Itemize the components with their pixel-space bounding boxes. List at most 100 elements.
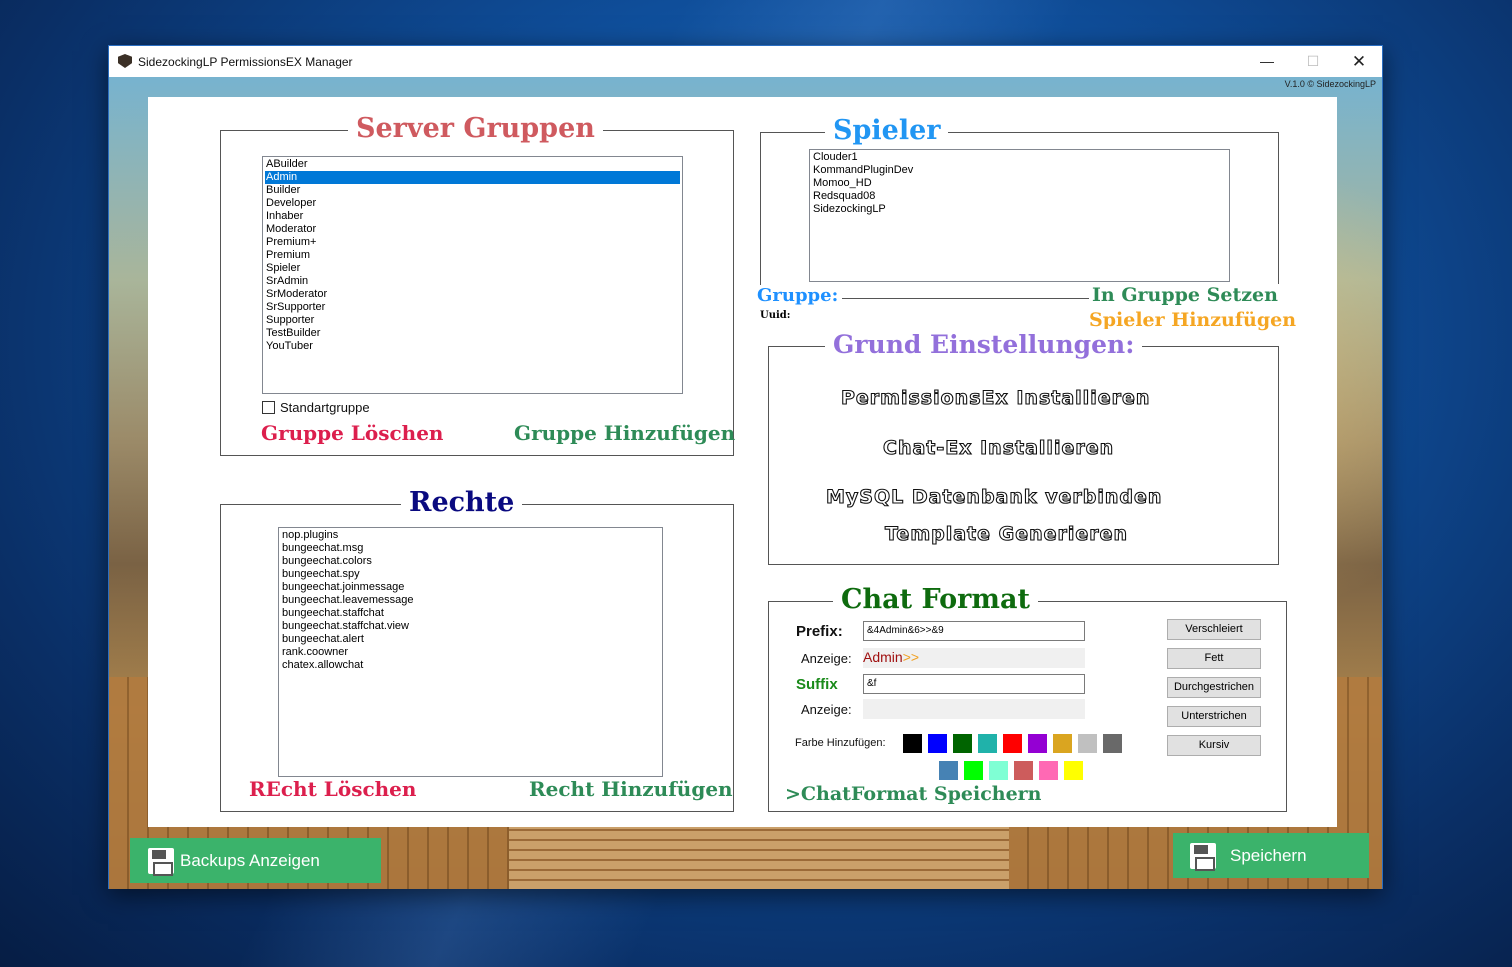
rights-box: Rechte nop.plugins bungeechat.msg bungeech…: [220, 487, 734, 812]
basic-settings-box: Grund Einstellungen: PermissionsEx Insta…: [768, 329, 1279, 565]
delete-group-button[interactable]: Gruppe Löschen: [261, 421, 443, 445]
uuid-label: Uuid:: [760, 310, 791, 321]
style-button[interactable]: Durchgestrichen: [1167, 677, 1261, 698]
right-item[interactable]: bungeechat.staffchat.view: [281, 620, 660, 633]
group-item[interactable]: Premium: [265, 249, 680, 262]
preview-label-1: Anzeige:: [801, 651, 852, 666]
group-item[interactable]: Builder: [265, 184, 680, 197]
group-item[interactable]: YouTuber: [265, 340, 680, 353]
style-button[interactable]: Kursiv: [1167, 735, 1261, 756]
right-item[interactable]: bungeechat.joinmessage: [281, 581, 660, 594]
suffix-preview: [863, 699, 1085, 719]
color-swatch[interactable]: [1078, 734, 1097, 753]
color-swatch[interactable]: [978, 734, 997, 753]
group-item[interactable]: SrModerator: [265, 288, 680, 301]
show-backups-label: Backups Anzeigen: [180, 851, 320, 870]
color-swatch[interactable]: [1064, 761, 1083, 780]
basic-settings-title: Grund Einstellungen:: [825, 329, 1143, 361]
right-item[interactable]: bungeechat.staffchat: [281, 607, 660, 620]
floppy-disk-icon: [1190, 843, 1216, 871]
color-swatch[interactable]: [1028, 734, 1047, 753]
save-chat-format-button[interactable]: >ChatFormat Speichern: [785, 783, 1042, 805]
install-chatex-button[interactable]: Chat-Ex Installieren: [882, 436, 1114, 459]
chat-format-box: Chat Format Prefix: &4Admin&6>>&9 Anzeig…: [768, 584, 1287, 812]
save-button[interactable]: Speichern: [1173, 833, 1369, 878]
players-box: Spieler Clouder1 KommandPluginDev Momoo_HD…: [760, 115, 1279, 299]
color-swatch[interactable]: [939, 761, 958, 780]
minimize-button[interactable]: —: [1244, 46, 1290, 77]
window-title: SidezockingLP PermissionsEX Manager: [138, 55, 353, 69]
group-item[interactable]: Supporter: [265, 314, 680, 327]
standard-group-checkbox[interactable]: [262, 401, 275, 414]
color-swatch[interactable]: [1103, 734, 1122, 753]
connect-mysql-button[interactable]: MySQL Datenbank verbinden: [825, 485, 1162, 508]
title-bar[interactable]: SidezockingLP PermissionsEX Manager — ☐ …: [109, 46, 1382, 77]
right-item[interactable]: rank.coowner: [281, 646, 660, 659]
player-item[interactable]: KommandPluginDev: [812, 164, 1227, 177]
close-button[interactable]: ✕: [1336, 46, 1382, 77]
color-add-label: Farbe Hinzufügen:: [795, 737, 886, 749]
style-button[interactable]: Unterstrichen: [1167, 706, 1261, 727]
color-swatch[interactable]: [903, 734, 922, 753]
server-groups-title: Server Gruppen: [348, 113, 603, 145]
right-item[interactable]: bungeechat.leavemessage: [281, 594, 660, 607]
generate-template-button[interactable]: Template Generieren: [884, 522, 1128, 545]
app-window: SidezockingLP PermissionsEX Manager — ☐ …: [108, 45, 1383, 889]
right-item[interactable]: chatex.allowchat: [281, 659, 660, 672]
delete-right-button[interactable]: REcht Löschen: [249, 777, 416, 801]
maximize-button[interactable]: ☐: [1290, 46, 1336, 77]
groups-listbox[interactable]: ABuilder Admin Builder Developer Inhaber Mode…: [262, 156, 683, 394]
color-swatch[interactable]: [1039, 761, 1058, 780]
preview-red-text: Admin: [863, 649, 903, 665]
color-swatch[interactable]: [964, 761, 983, 780]
player-item[interactable]: Redsquad08: [812, 190, 1227, 203]
group-item[interactable]: Spieler: [265, 262, 680, 275]
main-panel: Server Gruppen ABuilder Admin Builder Devel…: [148, 97, 1337, 827]
add-group-button[interactable]: Gruppe Hinzufügen: [514, 421, 735, 445]
color-swatch[interactable]: [989, 761, 1008, 780]
save-label: Speichern: [1230, 846, 1307, 865]
server-groups-box: Server Gruppen ABuilder Admin Builder Devel…: [220, 113, 735, 456]
prefix-input[interactable]: &4Admin&6>>&9: [863, 621, 1085, 641]
group-item[interactable]: SrSupporter: [265, 301, 680, 314]
color-swatch[interactable]: [1003, 734, 1022, 753]
group-item[interactable]: SrAdmin: [265, 275, 680, 288]
color-swatch[interactable]: [1014, 761, 1033, 780]
right-item[interactable]: bungeechat.alert: [281, 633, 660, 646]
group-item[interactable]: Admin: [265, 171, 680, 184]
style-button[interactable]: Verschleiert: [1167, 619, 1261, 640]
suffix-label: Suffix: [796, 676, 838, 693]
players-listbox[interactable]: Clouder1 KommandPluginDev Momoo_HD Redsquad…: [809, 149, 1230, 282]
style-button[interactable]: Fett: [1167, 648, 1261, 669]
right-item[interactable]: nop.plugins: [281, 529, 660, 542]
suffix-input[interactable]: &f: [863, 674, 1085, 694]
right-item[interactable]: bungeechat.msg: [281, 542, 660, 555]
rights-listbox[interactable]: nop.plugins bungeechat.msg bungeechat.colo…: [278, 527, 663, 777]
install-permissionsex-button[interactable]: PermissionsEx Installieren: [840, 386, 1150, 409]
group-item[interactable]: Moderator: [265, 223, 680, 236]
group-item[interactable]: ABuilder: [265, 158, 680, 171]
group-item[interactable]: Inhaber: [265, 210, 680, 223]
add-right-button[interactable]: Recht Hinzufügen: [529, 777, 733, 801]
add-player-button[interactable]: Spieler Hinzufügen: [1089, 309, 1296, 331]
standard-group-label: Standartgruppe: [280, 400, 370, 415]
players-title: Spieler: [825, 115, 949, 147]
color-swatch[interactable]: [953, 734, 972, 753]
right-item[interactable]: bungeechat.spy: [281, 568, 660, 581]
chat-format-title: Chat Format: [833, 584, 1038, 616]
color-swatch[interactable]: [1053, 734, 1072, 753]
player-item[interactable]: Clouder1: [812, 151, 1227, 164]
player-item[interactable]: SidezockingLP: [812, 203, 1227, 216]
group-item[interactable]: TestBuilder: [265, 327, 680, 340]
group-label: Gruppe:: [757, 285, 843, 306]
color-swatch[interactable]: [928, 734, 947, 753]
right-item[interactable]: bungeechat.colors: [281, 555, 660, 568]
client-area: V.1.0 © SidezockingLP Server Gruppen ABu…: [109, 77, 1382, 889]
floppy-disk-icon: [148, 848, 174, 876]
set-group-button[interactable]: In Gruppe Setzen: [1089, 284, 1281, 306]
group-item[interactable]: Developer: [265, 197, 680, 210]
rights-title: Rechte: [401, 487, 523, 519]
show-backups-button[interactable]: Backups Anzeigen: [130, 838, 381, 883]
player-item[interactable]: Momoo_HD: [812, 177, 1227, 190]
group-item[interactable]: Premium+: [265, 236, 680, 249]
